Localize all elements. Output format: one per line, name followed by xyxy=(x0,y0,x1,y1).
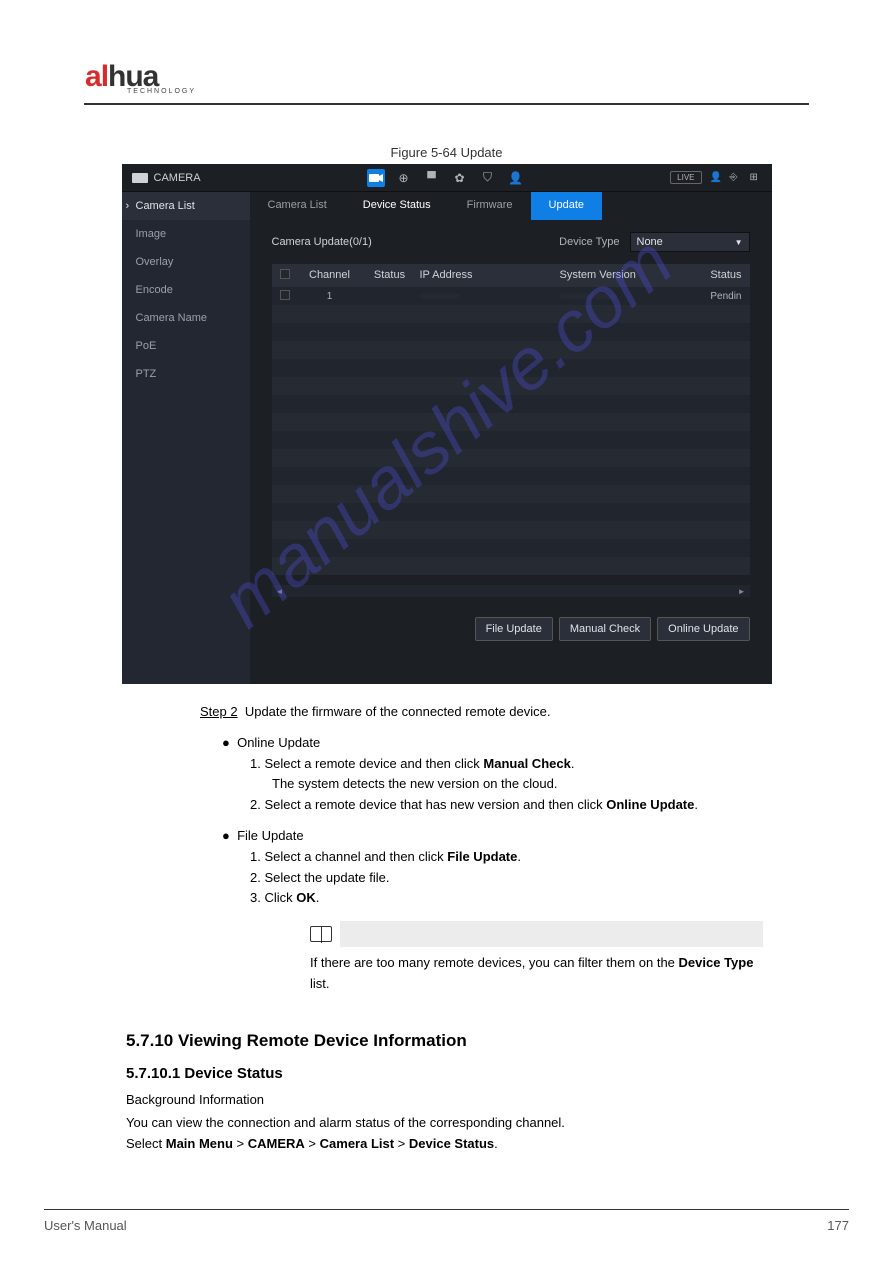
tab-firmware[interactable]: Firmware xyxy=(449,192,531,220)
manual-check-button[interactable]: Manual Check xyxy=(559,617,651,641)
table-row xyxy=(272,431,750,449)
heading-5-7-10: 5.7.10 Viewing Remote Device Information xyxy=(126,1031,853,1051)
background-info-body: You can view the connection and alarm st… xyxy=(126,1113,767,1155)
tab-device-status[interactable]: Device Status xyxy=(345,192,449,220)
nav-settings-icon[interactable]: ✿ xyxy=(451,169,469,187)
table-header: Channel Status IP Address System Version… xyxy=(272,264,750,287)
logout-icon[interactable]: ⎆ xyxy=(730,172,742,184)
device-type-value: None xyxy=(637,236,663,248)
sidebar-item-encode[interactable]: Encode xyxy=(122,276,250,304)
col-sysver: System Version xyxy=(560,269,710,282)
footer-left: User's Manual xyxy=(44,1218,127,1233)
table-row xyxy=(272,305,750,323)
scroll-right-icon[interactable]: ► xyxy=(738,587,746,596)
tab-update[interactable]: Update xyxy=(531,192,602,220)
topbar-title: CAMERA xyxy=(154,172,201,184)
table-row xyxy=(272,359,750,377)
device-type-select[interactable]: None ▼ xyxy=(630,232,750,252)
device-type-label: Device Type xyxy=(559,236,619,248)
step-label: Step 2 xyxy=(200,704,238,719)
table-row xyxy=(272,413,750,431)
app-window: CAMERA ⊕ ▀ ✿ ⛉ 👤 LIVE 👤 ⎆ ⊞ xyxy=(122,164,772,684)
table-row xyxy=(272,485,750,503)
page-footer: User's Manual 177 xyxy=(44,1209,849,1233)
table-row xyxy=(272,377,750,395)
sidebar-item-ptz[interactable]: PTZ xyxy=(122,360,250,388)
horizontal-scrollbar[interactable]: ◄ ► xyxy=(272,585,750,597)
tabs: Camera List Device Status Firmware Updat… xyxy=(250,192,772,220)
table-row xyxy=(272,521,750,539)
select-all-checkbox[interactable] xyxy=(280,269,290,279)
cell-sysver: ················· xyxy=(560,291,710,302)
sidebar-item-camera-list[interactable]: Camera List xyxy=(122,192,250,220)
sidebar-item-poe[interactable]: PoE xyxy=(122,332,250,360)
document-body: Step 2 Update the firmware of the connec… xyxy=(200,702,763,995)
cell-ip: ············ xyxy=(420,291,520,302)
camera-icon xyxy=(132,173,148,183)
sidebar: Camera List Image Overlay Encode Camera … xyxy=(122,192,250,684)
topbar: CAMERA ⊕ ▀ ✿ ⛉ 👤 LIVE 👤 ⎆ ⊞ xyxy=(122,164,772,192)
note-block xyxy=(310,921,763,947)
note-icon xyxy=(310,926,332,942)
file-update-button[interactable]: File Update xyxy=(475,617,553,641)
header-divider xyxy=(84,103,809,105)
col-status2: Status xyxy=(710,269,741,282)
nav-shield-icon[interactable]: ⛉ xyxy=(479,169,497,187)
camera-update-label: Camera Update(0/1) xyxy=(272,236,372,248)
figure-caption: Figure 5-64 Update xyxy=(40,145,853,160)
update-table: Channel Status IP Address System Version… xyxy=(272,264,750,597)
table-row xyxy=(272,467,750,485)
brand-subtext: TECHNOLOGY xyxy=(127,88,853,95)
table-row xyxy=(272,539,750,557)
live-badge: LIVE xyxy=(670,171,701,184)
note-text: If there are too many remote devices, yo… xyxy=(310,953,763,995)
table-row xyxy=(272,341,750,359)
table-row xyxy=(272,449,750,467)
background-info-heading: Background Information xyxy=(126,1092,853,1107)
table-row xyxy=(272,503,750,521)
table-row[interactable]: 1 ············ ················· Pendin xyxy=(272,287,750,305)
col-channel: Channel xyxy=(300,269,360,282)
heading-5-7-10-1: 5.7.10.1 Device Status xyxy=(126,1065,853,1082)
online-update-button[interactable]: Online Update xyxy=(657,617,749,641)
row-checkbox[interactable] xyxy=(280,290,290,300)
nav-camera-icon[interactable] xyxy=(367,169,385,187)
cell-channel: 1 xyxy=(300,291,360,302)
user-icon[interactable]: 👤 xyxy=(710,172,722,184)
col-ip: IP Address xyxy=(420,269,520,282)
tab-camera-list[interactable]: Camera List xyxy=(250,192,345,220)
nav-user-icon[interactable]: 👤 xyxy=(507,169,525,187)
grid-icon[interactable]: ⊞ xyxy=(750,172,762,184)
sidebar-item-camera-name[interactable]: Camera Name xyxy=(122,304,250,332)
chevron-down-icon: ▼ xyxy=(735,238,743,247)
cell-status: Pendin xyxy=(710,291,741,302)
table-row xyxy=(272,395,750,413)
nav-network-icon[interactable]: ⊕ xyxy=(395,169,413,187)
table-row xyxy=(272,557,750,575)
scroll-left-icon[interactable]: ◄ xyxy=(276,587,284,596)
nav-storage-icon[interactable]: ▀ xyxy=(423,169,441,187)
footer-right: 177 xyxy=(827,1218,849,1233)
sidebar-item-overlay[interactable]: Overlay xyxy=(122,248,250,276)
col-status: Status xyxy=(360,269,420,282)
brand-logo: alhua TECHNOLOGY xyxy=(85,60,853,95)
sidebar-item-image[interactable]: Image xyxy=(122,220,250,248)
table-row xyxy=(272,323,750,341)
